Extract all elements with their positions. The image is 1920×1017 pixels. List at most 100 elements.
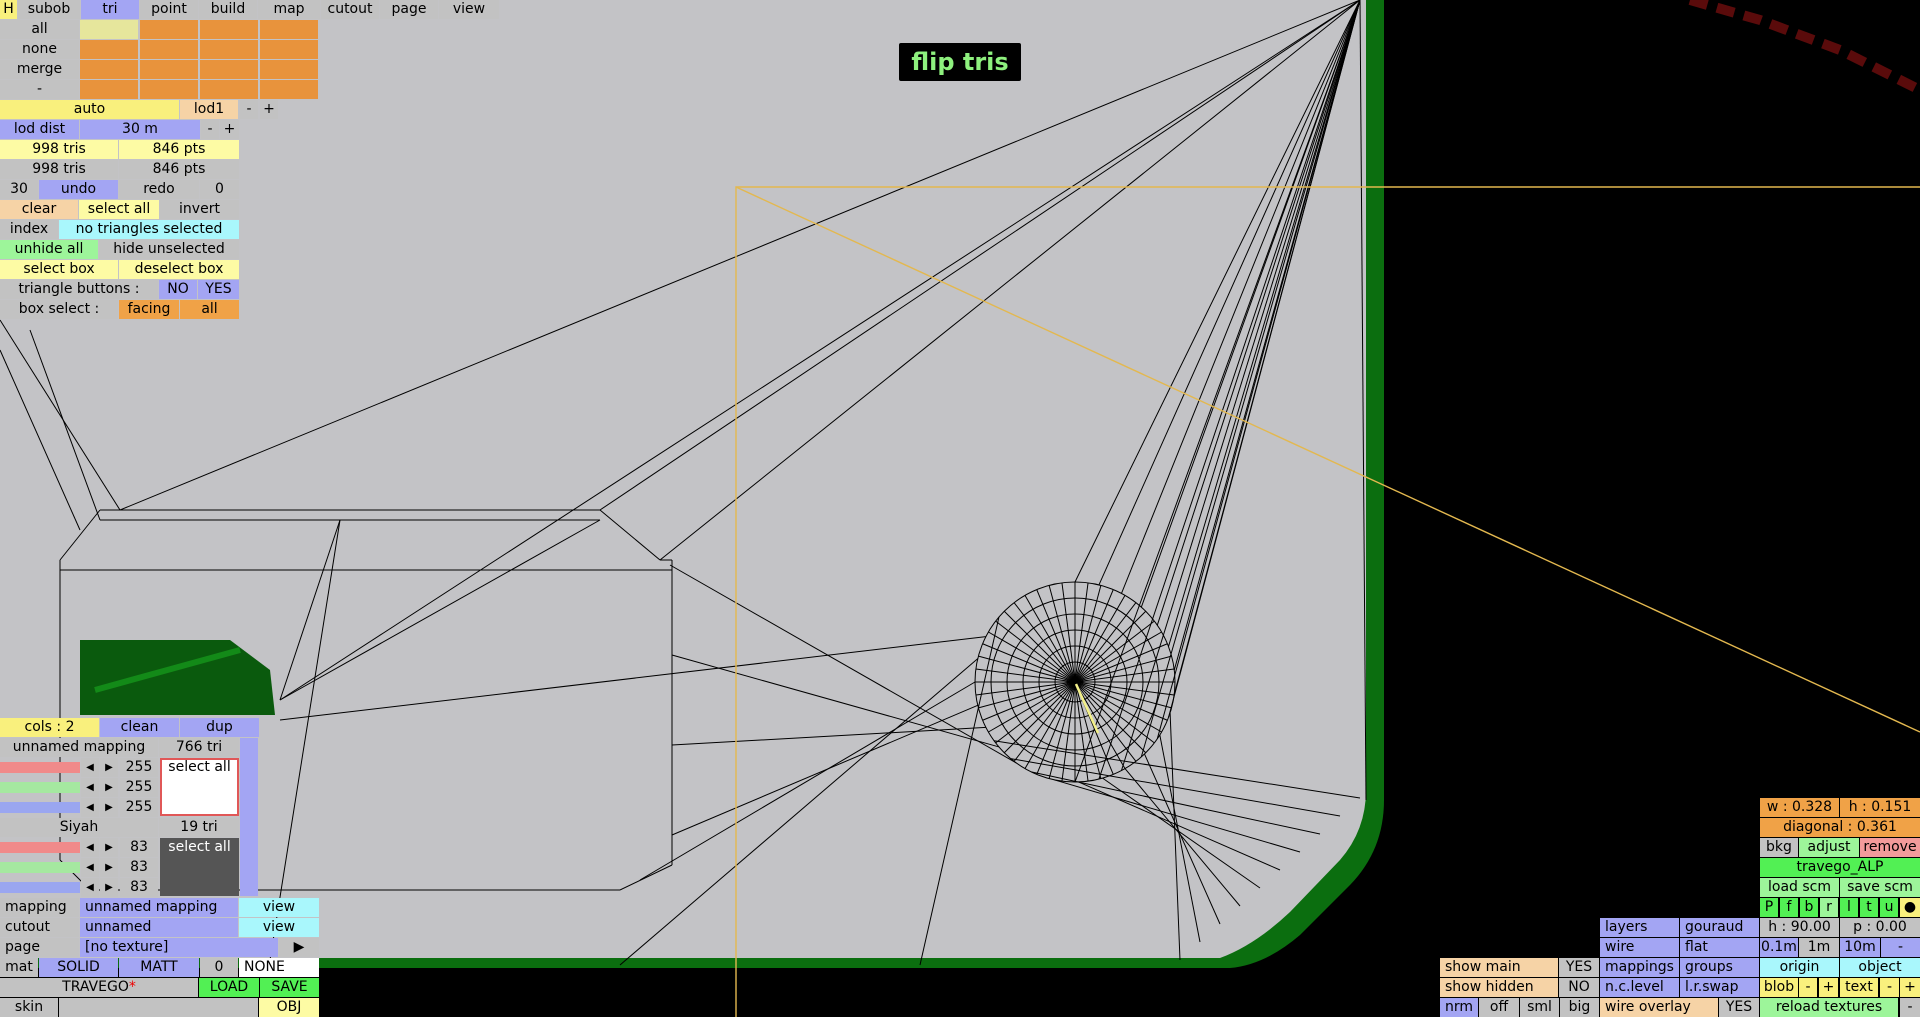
color-slider[interactable] <box>0 762 80 773</box>
view-left[interactable]: l <box>1840 898 1858 917</box>
mat2-select-all[interactable]: select all <box>168 839 230 855</box>
group-swatch[interactable] <box>80 20 138 39</box>
menu-tri[interactable]: tri <box>81 0 139 19</box>
lod-minus-button[interactable]: - <box>240 100 258 119</box>
nc-level-button[interactable]: n.c.level <box>1600 978 1679 997</box>
wire-button[interactable]: wire <box>1600 938 1679 957</box>
menu-build[interactable]: build <box>199 0 257 19</box>
increment-arrow-icon[interactable]: ▶ <box>100 758 118 777</box>
obj-button[interactable]: OBJ <box>259 998 319 1017</box>
mat2-blue-value[interactable]: 83 <box>120 878 158 897</box>
show-hidden-label[interactable]: show hidden <box>1440 978 1558 997</box>
invert-button[interactable]: invert <box>160 200 239 219</box>
color-slider[interactable] <box>0 842 80 853</box>
lod-dist-minus[interactable]: - <box>201 120 219 139</box>
dup-button[interactable]: dup <box>180 718 259 737</box>
mat2-red-value[interactable]: 83 <box>120 838 158 857</box>
flat-button[interactable]: flat <box>1680 938 1759 957</box>
sml-button[interactable]: sml <box>1520 998 1559 1017</box>
group-swatch[interactable] <box>140 40 198 59</box>
help-button[interactable]: H <box>0 0 17 19</box>
color-slider[interactable] <box>0 862 80 873</box>
color-slider[interactable] <box>0 882 80 893</box>
remove-button[interactable]: remove <box>1860 838 1920 857</box>
big-button[interactable]: big <box>1560 998 1599 1017</box>
group-swatch[interactable] <box>200 60 258 79</box>
lod-dist-value[interactable]: 30 m <box>80 120 200 139</box>
text-plus[interactable]: + <box>1900 978 1920 997</box>
select-dash-button[interactable]: - <box>0 80 79 99</box>
decrement-arrow-icon[interactable]: ◀ <box>81 778 99 797</box>
material-2-swatch[interactable]: select all <box>160 838 239 896</box>
increment-arrow-icon[interactable]: ▶ <box>100 878 118 897</box>
reload-textures-minus[interactable]: - <box>1900 998 1920 1017</box>
select-box-button[interactable]: select box <box>0 260 118 279</box>
unhide-all-button[interactable]: unhide all <box>0 240 98 259</box>
save-button[interactable]: SAVE <box>260 978 319 997</box>
triangle-buttons-no[interactable]: NO <box>159 280 197 299</box>
material-scrollbar[interactable] <box>240 738 258 896</box>
color-slider[interactable] <box>0 802 80 813</box>
select-none-button[interactable]: none <box>0 40 79 59</box>
increment-arrow-icon[interactable]: ▶ <box>100 838 118 857</box>
color-slider[interactable] <box>0 782 80 793</box>
grid-1m[interactable]: 1m <box>1799 938 1839 957</box>
decrement-arrow-icon[interactable]: ◀ <box>81 838 99 857</box>
mappings-button[interactable]: mappings <box>1600 958 1679 977</box>
grid-0.1m[interactable]: 0.1m <box>1760 938 1798 957</box>
menu-page[interactable]: page <box>380 0 438 19</box>
mat-solid-button[interactable]: SOLID <box>39 958 118 977</box>
origin-button[interactable]: origin <box>1760 958 1839 977</box>
lod-level[interactable]: lod1 <box>180 100 238 119</box>
mapping-value[interactable]: unnamed mapping <box>80 898 238 917</box>
group-swatch[interactable] <box>260 20 318 39</box>
view-top[interactable]: t <box>1860 898 1878 917</box>
lr-swap-button[interactable]: l.r.swap <box>1680 978 1759 997</box>
group-swatch[interactable] <box>80 40 138 59</box>
decrement-arrow-icon[interactable]: ◀ <box>81 878 99 897</box>
material-1-swatch[interactable]: select all <box>160 758 239 816</box>
heading-readout[interactable]: h : 90.00 <box>1760 918 1839 937</box>
layers-button[interactable]: layers <box>1600 918 1679 937</box>
hide-unselected-button[interactable]: hide unselected <box>99 240 239 259</box>
select-all-tris-button[interactable]: select all <box>79 200 159 219</box>
load-button[interactable]: LOAD <box>199 978 259 997</box>
3d-viewport[interactable] <box>0 0 1920 1017</box>
reload-textures-button[interactable]: reload textures <box>1760 998 1898 1017</box>
group-swatch[interactable] <box>140 60 198 79</box>
adjust-button[interactable]: adjust <box>1799 838 1859 857</box>
group-swatch[interactable] <box>200 20 258 39</box>
grid-minus[interactable]: - <box>1881 938 1920 957</box>
save-scm-button[interactable]: save scm <box>1840 878 1920 897</box>
load-scm-button[interactable]: load scm <box>1760 878 1839 897</box>
view-dot-icon[interactable]: ● <box>1900 898 1920 917</box>
lod-auto[interactable]: auto <box>0 100 179 119</box>
show-hidden-value[interactable]: NO <box>1559 978 1599 997</box>
page-next-icon[interactable]: ▶ <box>279 938 319 957</box>
bkg-button[interactable]: bkg <box>1760 838 1798 857</box>
skin-field[interactable] <box>59 998 258 1017</box>
menu-cutout[interactable]: cutout <box>321 0 379 19</box>
lod-dist-plus[interactable]: + <box>220 120 239 139</box>
clear-button[interactable]: clear <box>0 200 78 219</box>
increment-arrow-icon[interactable]: ▶ <box>100 858 118 877</box>
group-swatch[interactable] <box>80 80 138 99</box>
view-front[interactable]: f <box>1780 898 1798 917</box>
select-all-button[interactable]: all <box>0 20 79 39</box>
mat2-green-value[interactable]: 83 <box>120 858 158 877</box>
view-right[interactable]: r <box>1820 898 1838 917</box>
decrement-arrow-icon[interactable]: ◀ <box>81 858 99 877</box>
mat-none-field[interactable]: NONE <box>239 958 319 977</box>
view-under[interactable]: u <box>1880 898 1898 917</box>
increment-arrow-icon[interactable]: ▶ <box>100 778 118 797</box>
cutout-value[interactable]: unnamed <box>80 918 238 937</box>
increment-arrow-icon[interactable]: ▶ <box>100 798 118 817</box>
redo-button[interactable]: redo <box>119 180 199 199</box>
deselect-box-button[interactable]: deselect box <box>119 260 239 279</box>
menu-view[interactable]: view <box>439 0 499 19</box>
mat1-red-value[interactable]: 255 <box>120 758 158 777</box>
grid-10m[interactable]: 10m <box>1840 938 1880 957</box>
mat1-select-all[interactable]: select all <box>168 760 230 775</box>
mat1-blue-value[interactable]: 255 <box>120 798 158 817</box>
page-value[interactable]: [no texture] <box>80 938 278 957</box>
